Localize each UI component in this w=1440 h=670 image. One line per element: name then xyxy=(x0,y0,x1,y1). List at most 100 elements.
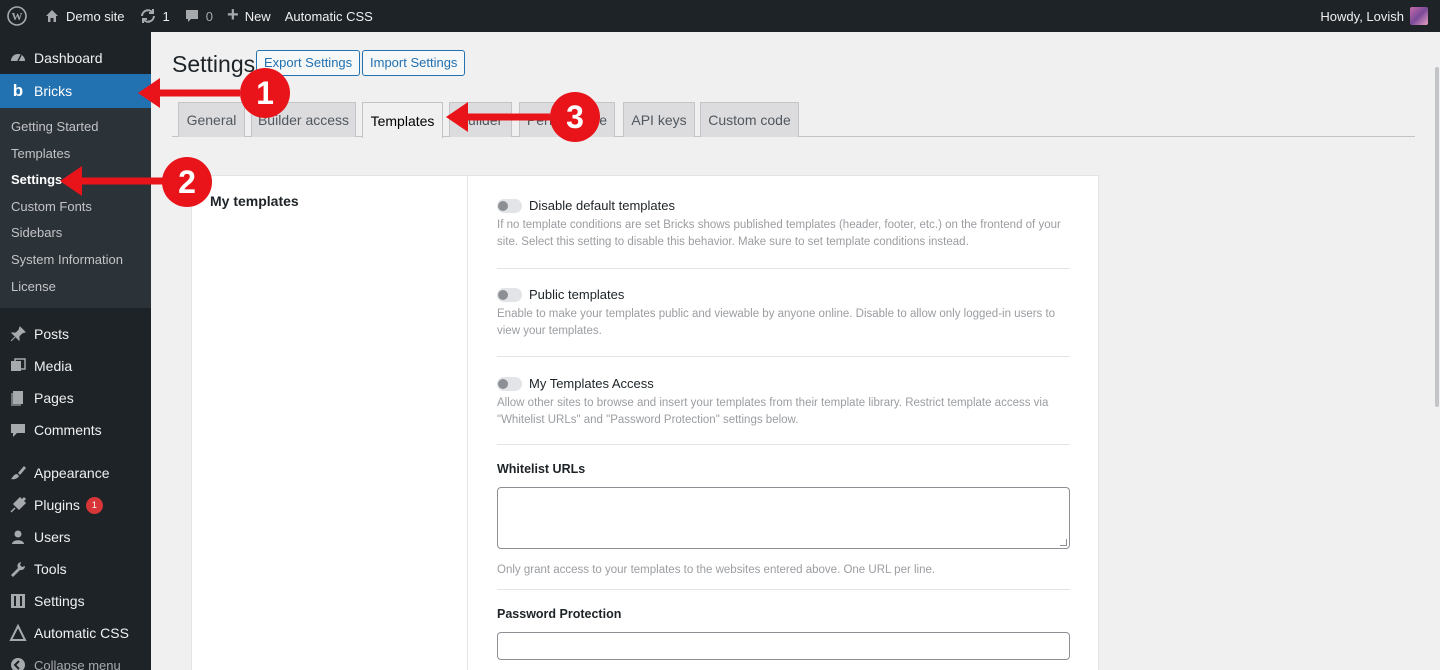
public-templates-label: Public templates xyxy=(529,287,625,302)
submenu-templates[interactable]: Templates xyxy=(0,141,151,168)
desc-line: view your templates. xyxy=(497,325,602,337)
comments-link[interactable]: 0 xyxy=(177,0,220,32)
setting-disable-default-templates: Disable default templates If no template… xyxy=(497,198,1070,251)
tab-general[interactable]: General xyxy=(178,102,245,137)
updates-link[interactable]: 1 xyxy=(132,0,177,32)
submenu-getting-started[interactable]: Getting Started xyxy=(0,114,151,141)
settings-panel: Disable default templates If no template… xyxy=(467,175,1099,670)
desc-line: Allow other sites to browse and insert y… xyxy=(497,397,1049,409)
settings-sliders-icon xyxy=(8,591,28,611)
menu-posts-label: Posts xyxy=(34,326,70,343)
tab-api-keys[interactable]: API keys xyxy=(623,102,695,137)
comments-count: 0 xyxy=(205,8,213,24)
submenu-custom-fonts[interactable]: Custom Fonts xyxy=(0,194,151,221)
callout-1: 1 xyxy=(240,68,290,118)
bricks-logo-icon: b xyxy=(12,81,24,100)
menu-settings[interactable]: Settings xyxy=(0,585,151,617)
scrollbar[interactable] xyxy=(1434,32,1440,670)
site-name-link[interactable]: Demo site xyxy=(37,0,132,32)
my-account[interactable]: Howdy, Lovish xyxy=(1320,7,1440,25)
paintbrush-icon xyxy=(8,463,28,483)
divider xyxy=(497,356,1070,357)
disable-default-templates-description: If no template conditions are set Bricks… xyxy=(497,217,1070,251)
menu-tools-label: Tools xyxy=(34,561,67,578)
my-templates-access-toggle[interactable] xyxy=(497,376,522,391)
menu-users[interactable]: Users xyxy=(0,521,151,553)
menu-users-label: Users xyxy=(34,529,71,546)
section-title: My templates xyxy=(210,193,299,209)
new-label: New xyxy=(244,8,271,24)
setting-public-templates: Public templates Enable to make your tem… xyxy=(497,287,1070,340)
submenu-settings[interactable]: Settings xyxy=(0,167,151,194)
public-templates-toggle[interactable] xyxy=(497,287,522,302)
wordpress-logo-icon[interactable]: W xyxy=(0,0,37,32)
comment-bubble-icon xyxy=(184,8,200,24)
desc-line: Enable to make your templates public and… xyxy=(497,308,1056,320)
scrollbar-thumb[interactable] xyxy=(1435,67,1439,407)
disable-default-templates-label: Disable default templates xyxy=(529,198,675,213)
pages-icon xyxy=(8,388,28,408)
disable-default-templates-toggle[interactable] xyxy=(497,198,522,213)
menu-pages[interactable]: Pages xyxy=(0,382,151,414)
menu-plugins[interactable]: Plugins 1 xyxy=(0,489,151,521)
greeting: Howdy, Lovish xyxy=(1320,8,1404,24)
setting-my-templates-access: My Templates Access Allow other sites to… xyxy=(497,376,1070,429)
updates-icon xyxy=(139,8,157,24)
divider xyxy=(497,589,1070,590)
password-protection-input[interactable] xyxy=(497,632,1070,660)
my-templates-access-description: Allow other sites to browse and insert y… xyxy=(497,395,1070,429)
public-templates-description: Enable to make your templates public and… xyxy=(497,306,1070,340)
automatic-css-link[interactable]: Automatic CSS xyxy=(278,0,380,32)
page-title: Settings xyxy=(172,51,256,77)
menu-tools[interactable]: Tools xyxy=(0,553,151,585)
menu-dashboard-label: Dashboard xyxy=(34,50,103,66)
section-header-panel: My templates xyxy=(191,175,467,670)
submenu-license[interactable]: License xyxy=(0,274,151,301)
setting-whitelist-urls: Whitelist URLs xyxy=(497,462,1070,476)
password-protection-label: Password Protection xyxy=(497,607,622,621)
updates-count: 1 xyxy=(162,8,170,24)
plug-icon xyxy=(8,495,28,515)
dashboard-icon xyxy=(8,48,28,68)
resize-grip-icon[interactable] xyxy=(1060,539,1067,546)
new-content-link[interactable]: + New xyxy=(220,0,278,32)
divider xyxy=(497,268,1070,269)
divider xyxy=(497,444,1070,445)
menu-comments-label: Comments xyxy=(34,422,102,439)
bricks-submenu: Getting Started Templates Settings Custo… xyxy=(0,108,151,309)
avatar xyxy=(1410,7,1428,25)
submenu-system-information[interactable]: System Information xyxy=(0,247,151,274)
whitelist-urls-textarea[interactable] xyxy=(497,487,1070,549)
automatic-css-label: Automatic CSS xyxy=(284,8,373,24)
desc-line: If no template conditions are set Bricks… xyxy=(497,219,1061,231)
triangle-logo-icon xyxy=(8,623,28,643)
menu-plugins-label: Plugins xyxy=(34,497,80,514)
menu-dashboard[interactable]: Dashboard xyxy=(0,42,151,74)
comments-icon xyxy=(8,420,28,440)
plugins-update-badge: 1 xyxy=(85,496,103,514)
menu-posts[interactable]: Posts xyxy=(0,318,151,350)
admin-bar: W Demo site 1 0 + New Automatic CSS Howd… xyxy=(0,0,1440,32)
menu-media-label: Media xyxy=(34,358,73,375)
whitelist-urls-label: Whitelist URLs xyxy=(497,462,586,476)
tab-templates[interactable]: Templates xyxy=(362,102,443,138)
import-settings-button[interactable]: Import Settings xyxy=(362,50,466,76)
tab-builder[interactable]: Builder xyxy=(449,102,512,137)
settings-tabs: General Builder access Templates Builder… xyxy=(172,102,1415,138)
submenu-sidebars[interactable]: Sidebars xyxy=(0,220,151,247)
menu-appearance[interactable]: Appearance xyxy=(0,457,151,489)
collapse-arrow-icon xyxy=(8,655,28,670)
menu-comments[interactable]: Comments xyxy=(0,414,151,446)
main-content: Settings Export Settings Import Settings… xyxy=(151,32,1440,670)
menu-automatic-css[interactable]: Automatic CSS xyxy=(0,617,151,649)
user-icon xyxy=(8,527,28,547)
menu-bricks[interactable]: b Bricks xyxy=(0,74,151,108)
collapse-menu-button[interactable]: Collapse menu xyxy=(0,649,151,670)
menu-media[interactable]: Media xyxy=(0,350,151,382)
menu-bricks-label: Bricks xyxy=(34,83,73,99)
menu-automatic-css-label: Automatic CSS xyxy=(34,625,129,642)
callout-3: 3 xyxy=(550,92,600,142)
callout-2: 2 xyxy=(162,157,212,207)
plus-icon: + xyxy=(227,3,239,26)
tab-custom-code[interactable]: Custom code xyxy=(700,102,799,137)
